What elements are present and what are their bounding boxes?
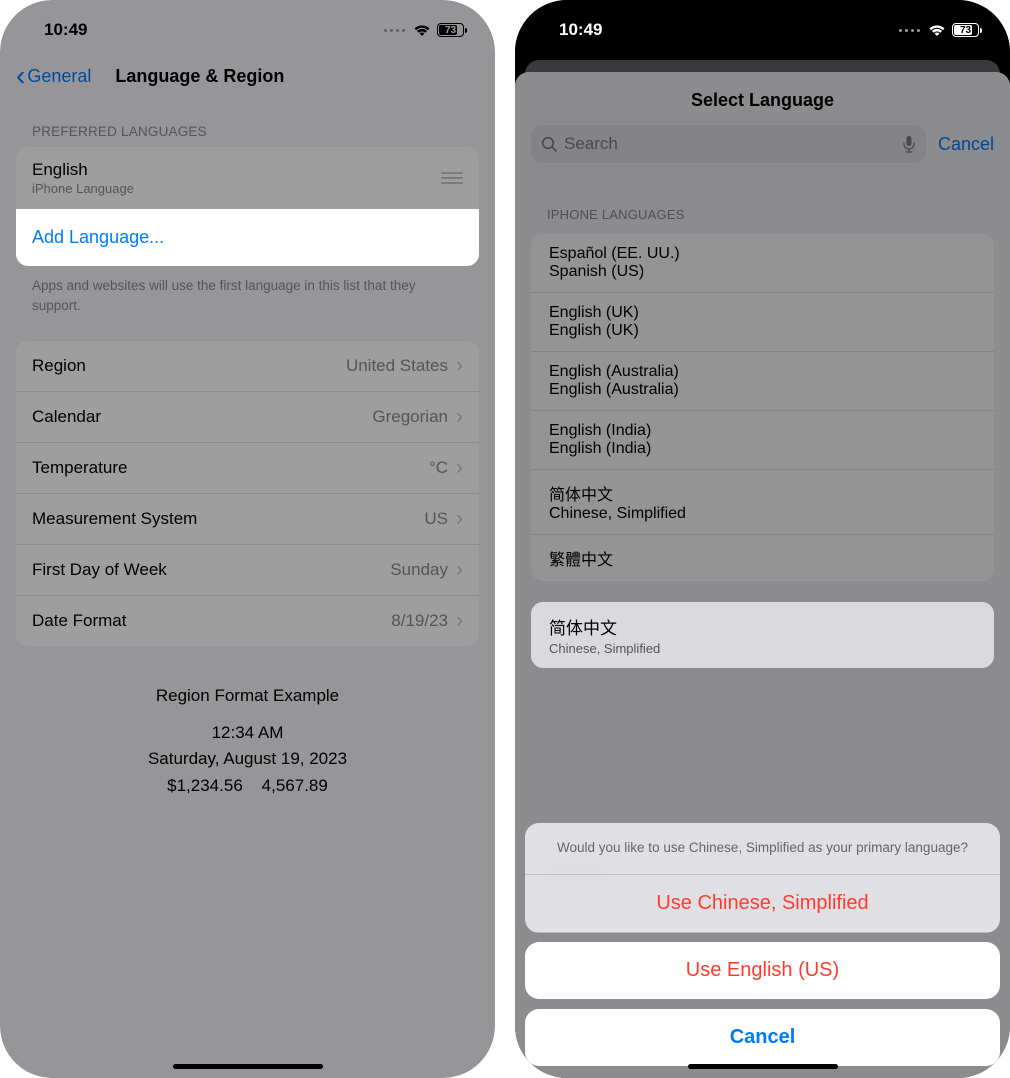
chevron-right-icon: ›: [456, 405, 463, 429]
phone-right: 10:49 73 Select Language Search Cancel I…: [515, 0, 1010, 1078]
example-numbers: $1,234.56 4,567.89: [0, 773, 495, 799]
region-settings-group: Region United States › Calendar Gregoria…: [16, 341, 479, 646]
sheet-title: Select Language: [515, 72, 1010, 125]
wifi-icon: [928, 23, 946, 37]
date-format-row[interactable]: Date Format 8/19/23 ›: [16, 596, 479, 646]
action-sheet: Would you like to use Chinese, Simplifie…: [525, 823, 1000, 1066]
language-title: English: [32, 160, 433, 180]
cellular-dots-icon: [899, 29, 920, 32]
action-sheet-cancel-button[interactable]: Cancel: [525, 1009, 1000, 1066]
search-row: Search Cancel: [515, 125, 1010, 173]
action-sheet-message: Would you like to use Chinese, Simplifie…: [525, 823, 1000, 875]
use-english-button[interactable]: Use English (US): [525, 942, 1000, 999]
add-language-button[interactable]: Add Language...: [16, 209, 479, 266]
status-bar: 10:49 73: [0, 0, 495, 54]
temperature-row[interactable]: Temperature °C ›: [16, 443, 479, 494]
region-example: Region Format Example 12:34 AM Saturday,…: [0, 686, 495, 799]
status-bar: 10:49 73: [515, 0, 1010, 54]
chevron-right-icon: ›: [456, 558, 463, 582]
preferred-languages-header: PREFERRED LANGUAGES: [0, 102, 495, 147]
status-right: 73: [384, 23, 467, 37]
mic-icon[interactable]: [902, 135, 916, 153]
phone-left: 10:49 73 ‹ General Language & Region PRE…: [0, 0, 495, 1078]
page-title: Language & Region: [115, 66, 479, 87]
battery-icon: 73: [952, 23, 982, 37]
wifi-icon: [413, 23, 431, 37]
example-title: Region Format Example: [0, 686, 495, 706]
chevron-right-icon: ›: [456, 354, 463, 378]
first-day-row[interactable]: First Day of Week Sunday ›: [16, 545, 479, 596]
lang-row-english-in[interactable]: English (India)English (India): [531, 411, 994, 470]
lang-row-english-au[interactable]: English (Australia)English (Australia): [531, 352, 994, 411]
lang-row-chinese-simplified[interactable]: 简体中文Chinese, Simplified: [531, 470, 994, 535]
select-language-sheet: Select Language Search Cancel IPHONE LAN…: [515, 72, 1010, 1078]
example-time: 12:34 AM: [0, 720, 495, 746]
nav-bar: ‹ General Language & Region: [0, 54, 495, 102]
drag-handle-icon[interactable]: [441, 172, 463, 184]
lang-row-chinese-simplified-highlight[interactable]: 简体中文 Chinese, Simplified: [531, 602, 994, 668]
search-icon: [541, 136, 558, 153]
iphone-languages-header: IPHONE LANGUAGES: [515, 173, 1010, 230]
status-right: 73: [899, 23, 982, 37]
battery-icon: 73: [437, 23, 467, 37]
add-language-label: Add Language...: [32, 227, 164, 247]
chevron-right-icon: ›: [456, 456, 463, 480]
action-sheet-group: Would you like to use Chinese, Simplifie…: [525, 823, 1000, 933]
search-cancel-button[interactable]: Cancel: [938, 134, 994, 155]
back-button[interactable]: ‹ General: [16, 62, 91, 90]
measurement-row[interactable]: Measurement System US ›: [16, 494, 479, 545]
status-time: 10:49: [559, 20, 602, 40]
chevron-right-icon: ›: [456, 507, 463, 531]
footer-note: Apps and websites will use the first lan…: [0, 266, 495, 315]
example-date: Saturday, August 19, 2023: [0, 746, 495, 772]
language-row-english[interactable]: English iPhone Language: [16, 147, 479, 209]
calendar-row[interactable]: Calendar Gregorian ›: [16, 392, 479, 443]
search-placeholder: Search: [564, 134, 618, 154]
preferred-languages-group: English iPhone Language: [16, 147, 479, 209]
home-indicator[interactable]: [688, 1064, 838, 1069]
lang-row-spanish-us[interactable]: Español (EE. UU.)Spanish (US): [531, 234, 994, 293]
language-list: Español (EE. UU.)Spanish (US) English (U…: [531, 234, 994, 581]
lang-row-chinese-traditional[interactable]: 繁體中文: [531, 535, 994, 581]
status-time: 10:49: [44, 20, 87, 40]
language-subtitle: iPhone Language: [32, 181, 433, 196]
back-label: General: [27, 66, 91, 87]
cellular-dots-icon: [384, 29, 405, 32]
chevron-right-icon: ›: [456, 609, 463, 633]
search-input[interactable]: Search: [531, 125, 926, 163]
home-indicator[interactable]: [173, 1064, 323, 1069]
region-row[interactable]: Region United States ›: [16, 341, 479, 392]
lang-row-english-uk[interactable]: English (UK)English (UK): [531, 293, 994, 352]
chevron-left-icon: ‹: [16, 62, 25, 90]
use-chinese-button[interactable]: Use Chinese, Simplified: [525, 875, 1000, 933]
